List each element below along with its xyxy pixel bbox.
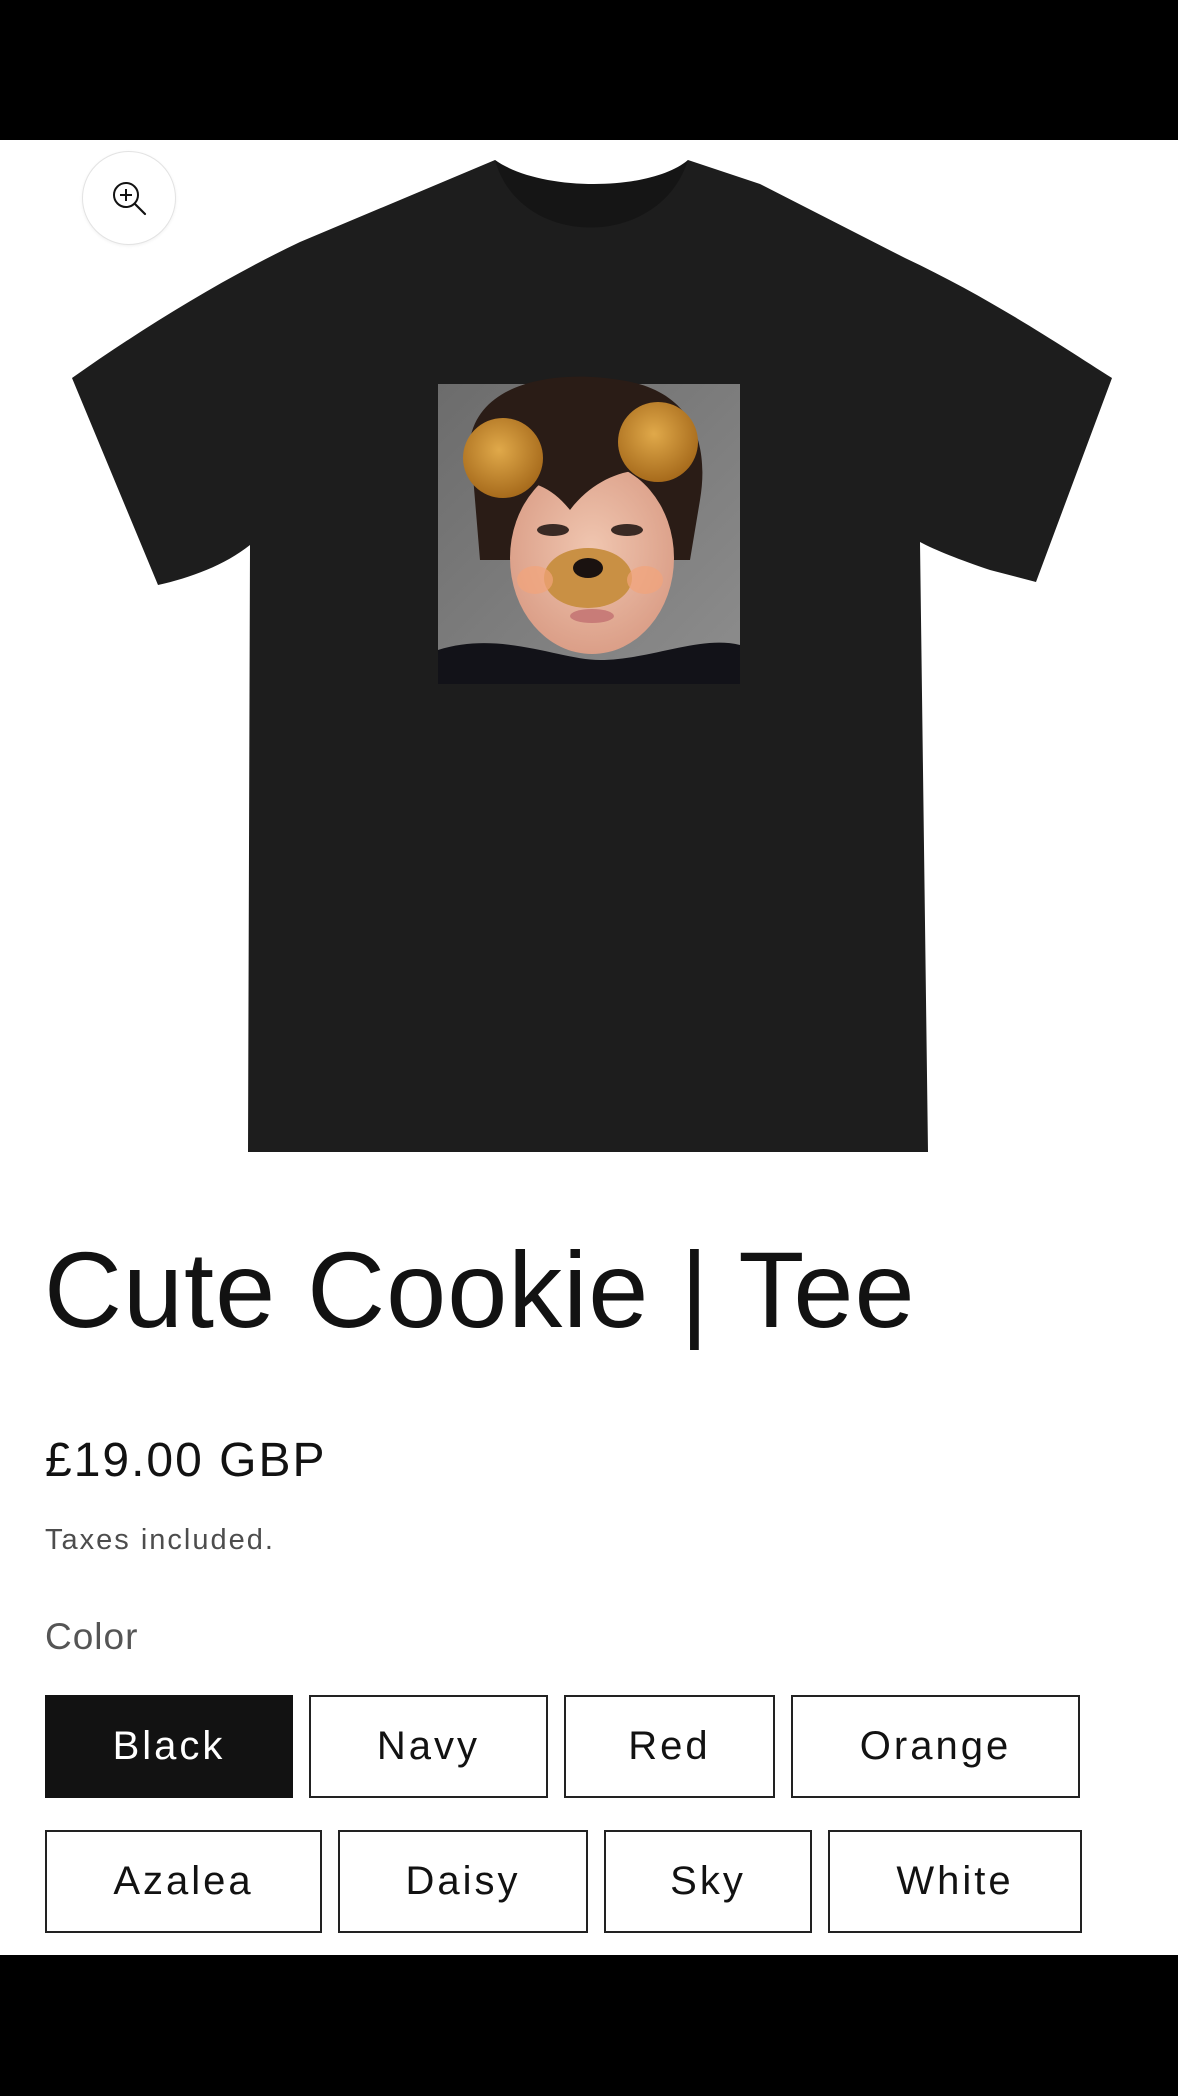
bottom-bar	[0, 1955, 1178, 2096]
zoom-in-icon	[113, 182, 147, 216]
zoom-button[interactable]	[82, 151, 176, 245]
product-media	[0, 140, 1178, 1180]
color-option-sky[interactable]: Sky	[604, 1830, 812, 1933]
color-option-daisy[interactable]: Daisy	[338, 1830, 588, 1933]
color-label: Color	[45, 1616, 139, 1657]
color-options: Black Navy Red Orange Azalea Daisy Sky W…	[45, 1695, 1145, 1940]
tax-note: Taxes included.	[45, 1524, 275, 1556]
product-image	[72, 160, 1112, 1152]
color-option-azalea[interactable]: Azalea	[45, 1830, 322, 1933]
color-option-navy[interactable]: Navy	[309, 1695, 548, 1798]
color-option-red[interactable]: Red	[564, 1695, 775, 1798]
color-option-black[interactable]: Black	[45, 1695, 293, 1798]
product-title: Cute Cookie | Tee	[44, 1229, 916, 1350]
color-option-orange[interactable]: Orange	[791, 1695, 1080, 1798]
color-option-white[interactable]: White	[828, 1830, 1082, 1933]
top-status-bar	[0, 0, 1178, 140]
product-price: £19.00 GBP	[45, 1434, 327, 1487]
